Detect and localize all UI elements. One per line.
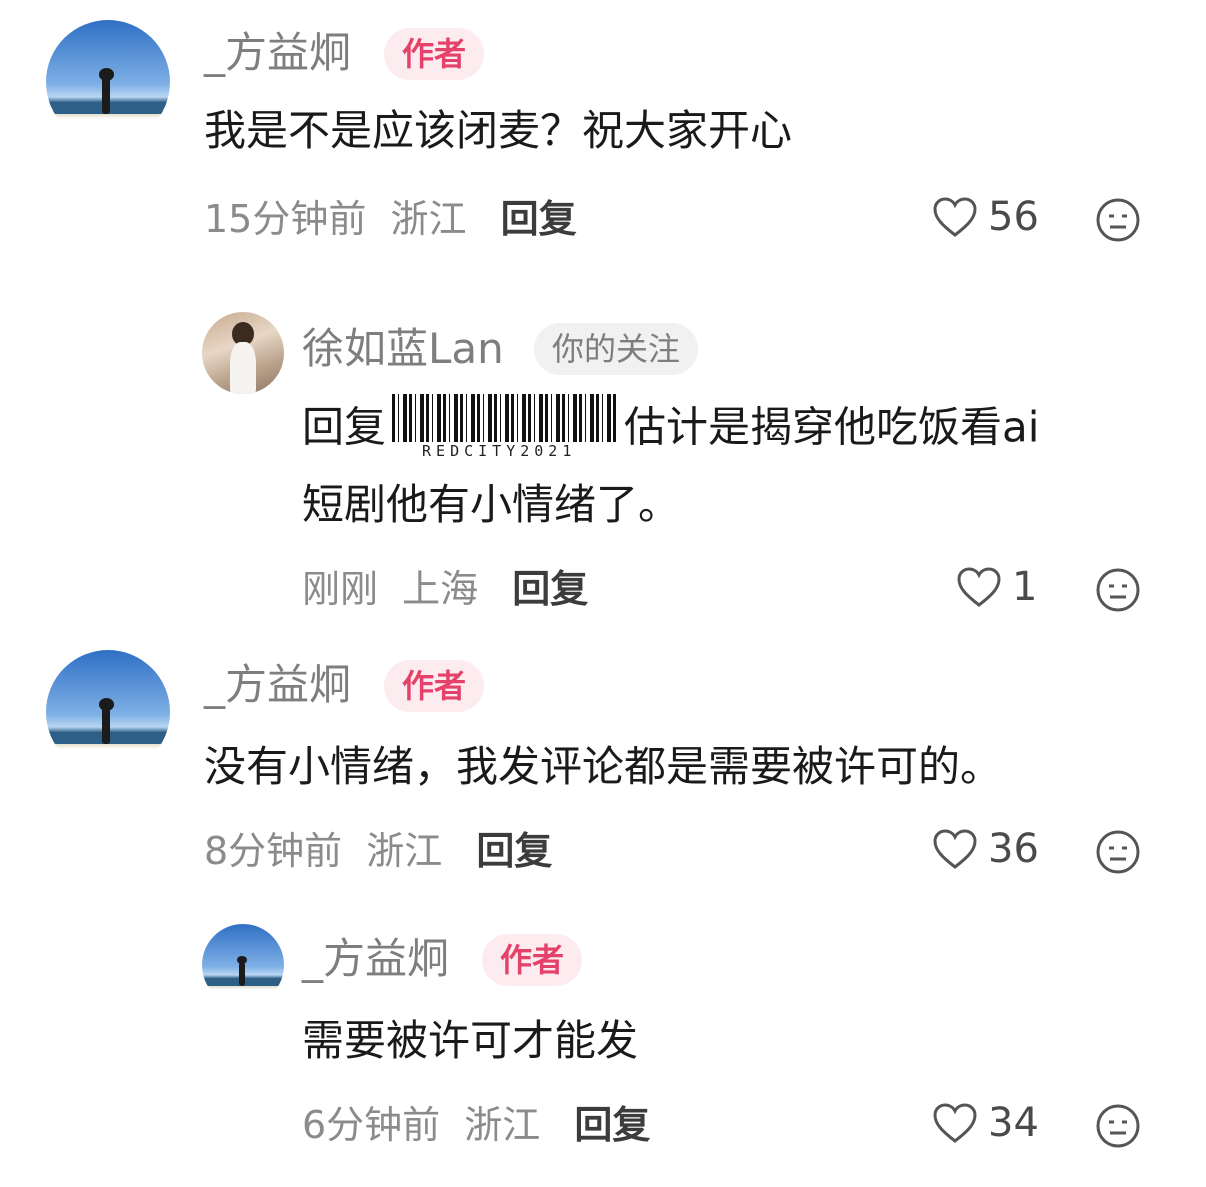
like-count: 1 xyxy=(1012,564,1038,610)
location: 浙江 xyxy=(464,1103,541,1147)
reply-button[interactable]: 回复 xyxy=(476,829,552,873)
reply-item: _方益炯 作者 需要被许可才能发 6分钟前 浙江 回复 34 xyxy=(0,0,1206,1148)
author-badge: 作者 xyxy=(384,660,485,712)
author-badge: 作者 xyxy=(482,934,583,986)
comment-meta: 8分钟前 浙江 回复 xyxy=(204,832,552,870)
barcode-watermark: REDCITY2021 xyxy=(392,394,619,466)
author-name[interactable]: 徐如蓝Lan xyxy=(302,328,504,370)
comment-text-line2: 短剧他有小情绪了。 xyxy=(302,480,681,529)
timestamp: 6分钟前 xyxy=(302,1103,441,1147)
comment-text: 需要被许可才能发 xyxy=(302,1016,639,1065)
reply-button[interactable]: 回复 xyxy=(512,567,588,611)
comment-text: 没有小情绪，我发评论都是需要被许可的。 xyxy=(204,742,1003,791)
heart-icon xyxy=(957,567,1001,607)
like-button[interactable]: 36 xyxy=(932,828,1039,870)
comment-meta: 刚刚 上海 回复 xyxy=(302,570,588,608)
timestamp: 8分钟前 xyxy=(204,829,343,873)
location: 上海 xyxy=(402,567,479,611)
author-name[interactable]: _方益炯 xyxy=(204,664,351,706)
avatar[interactable] xyxy=(202,924,284,1006)
avatar[interactable] xyxy=(46,650,170,774)
follow-badge: 你的关注 xyxy=(534,323,699,375)
timestamp: 刚刚 xyxy=(302,567,379,611)
reply-button[interactable]: 回复 xyxy=(574,1103,650,1147)
comment-text-line1: 估计是揭穿他吃饭看ai xyxy=(624,402,1040,452)
location: 浙江 xyxy=(366,829,443,873)
comment-meta: 6分钟前 浙江 回复 xyxy=(302,1106,650,1144)
heart-icon xyxy=(933,1103,977,1143)
heart-icon xyxy=(933,829,977,869)
emoji-icon[interactable] xyxy=(1094,1102,1142,1150)
like-button[interactable]: 1 xyxy=(956,566,1037,608)
author-name[interactable]: _方益炯 xyxy=(302,938,449,980)
reply-prefix: 回复 xyxy=(302,402,387,452)
comment-text: 回复 REDCITY2021 估计是揭穿他吃饭看ai xyxy=(302,394,1162,466)
avatar[interactable] xyxy=(202,312,284,394)
like-button[interactable]: 34 xyxy=(932,1102,1039,1144)
like-count: 36 xyxy=(988,826,1039,872)
like-count: 34 xyxy=(988,1100,1039,1146)
emoji-icon[interactable] xyxy=(1094,566,1142,614)
emoji-icon[interactable] xyxy=(1094,828,1142,876)
